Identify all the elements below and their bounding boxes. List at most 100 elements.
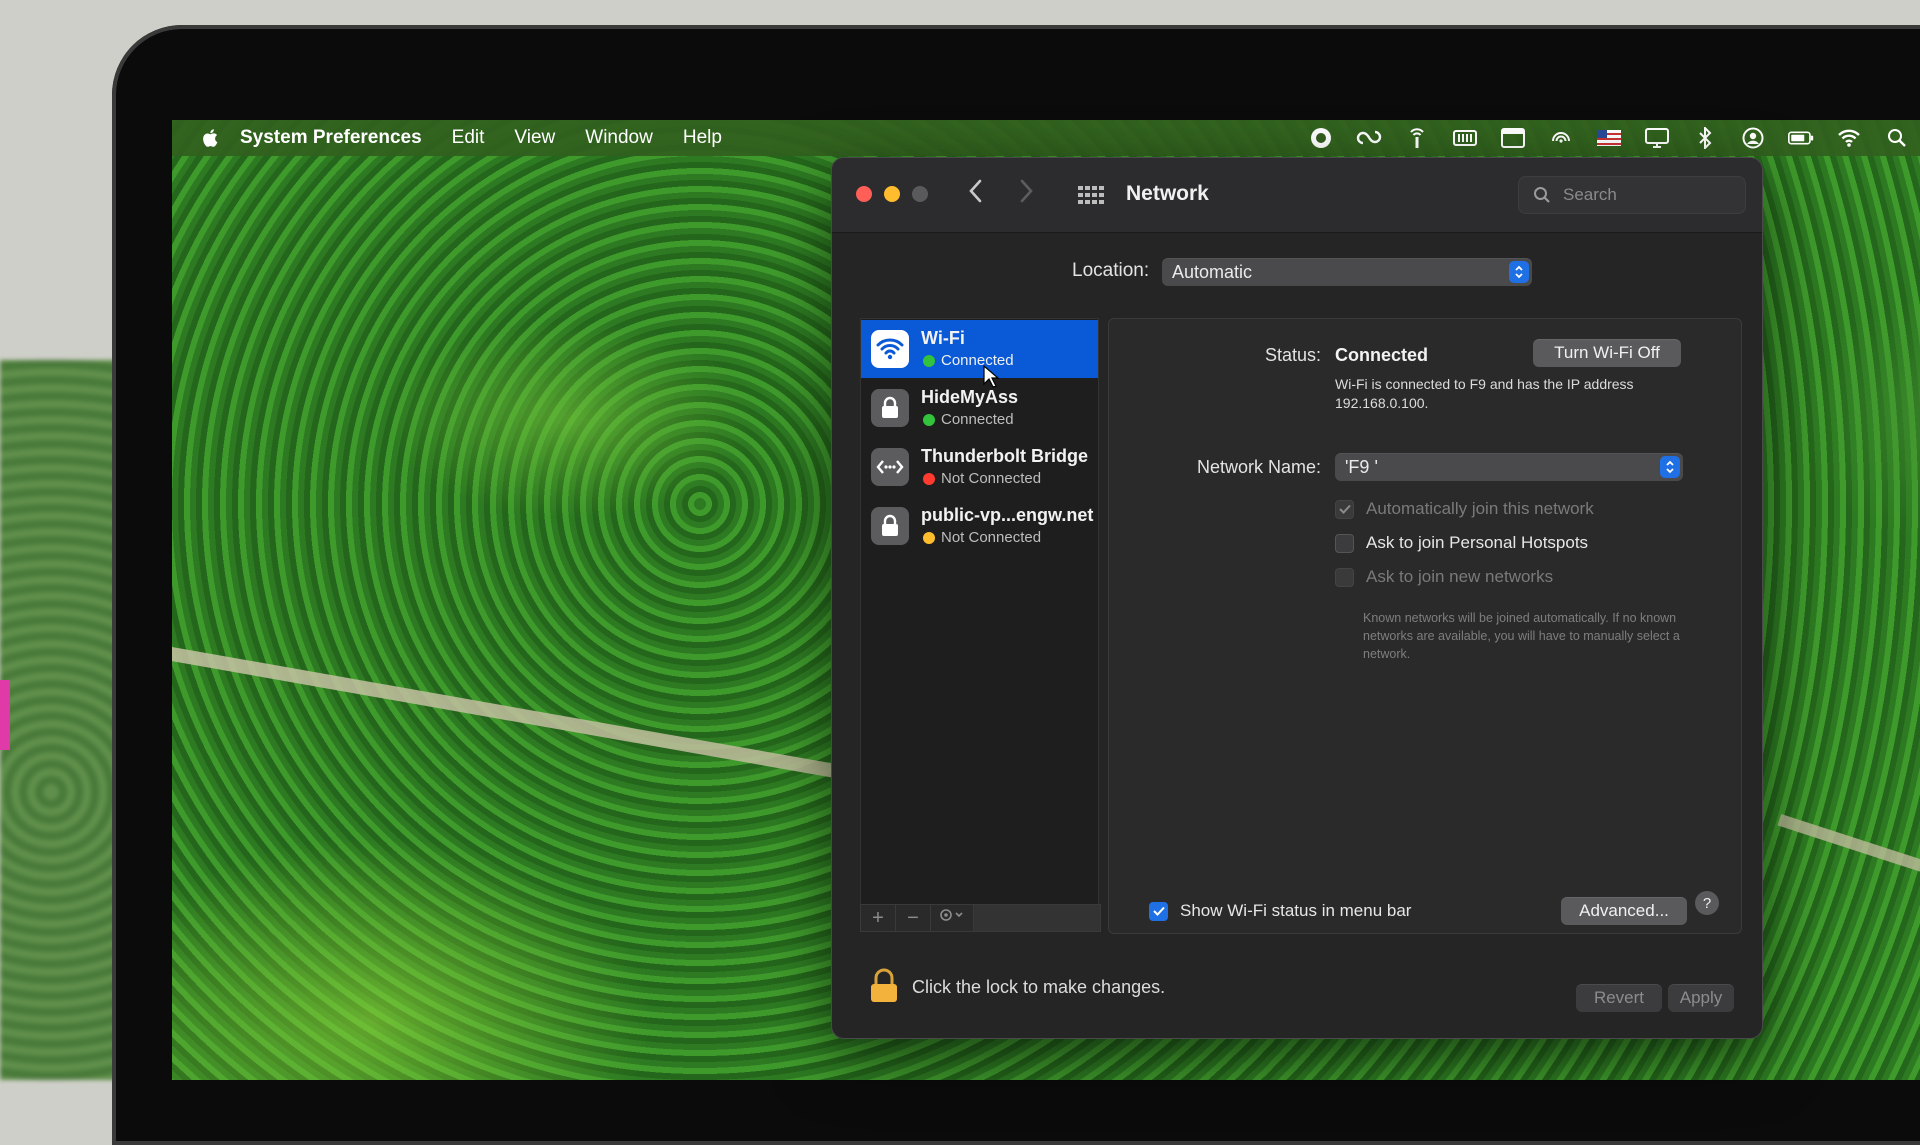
network-name-select[interactable]: 'F9 ' — [1335, 453, 1683, 481]
show-all-grid-icon[interactable] — [1078, 186, 1104, 204]
spotlight-icon[interactable] — [1884, 128, 1910, 148]
auto-join-label: Automatically join this network — [1366, 499, 1594, 518]
checkmark-icon — [1338, 504, 1351, 514]
apply-button[interactable]: Apply — [1668, 984, 1734, 1012]
service-status: Connected — [941, 411, 1014, 428]
status-dot — [923, 473, 935, 485]
menu-bar: System Preferences Edit View Window Help — [172, 120, 1920, 156]
personal-hotspots-label: Ask to join Personal Hotspots — [1366, 533, 1589, 552]
chevron-right-icon — [1020, 179, 1033, 203]
forward-button[interactable] — [1018, 178, 1034, 211]
service-status: Connected — [941, 352, 1014, 369]
network-preferences-window: Network Location: Automatic Wi-Fi Connec… — [832, 158, 1762, 1038]
wifi-icon — [871, 330, 909, 368]
network-name-value: 'F9 ' — [1345, 456, 1378, 477]
wifi-detail-panel: Status: Connected Turn Wi-Fi Off Wi-Fi i… — [1108, 318, 1742, 934]
auto-join-checkbox[interactable]: Automatically join this network — [1335, 499, 1594, 519]
service-name: HideMyAss — [921, 387, 1019, 407]
network-service-list: Wi-Fi Connected HideMyAss Connected Thun… — [860, 318, 1099, 906]
service-status: Not Connected — [941, 529, 1042, 546]
user-icon[interactable] — [1740, 127, 1766, 149]
background-photo — [0, 360, 128, 1080]
service-list-toolbar: + − — [860, 904, 1101, 932]
service-status: Not Connected — [941, 470, 1042, 487]
add-service-button[interactable]: + — [861, 905, 896, 931]
connection-description: Wi-Fi is connected to F9 and has the IP … — [1335, 376, 1634, 411]
turn-wifi-off-button[interactable]: Turn Wi-Fi Off — [1533, 339, 1681, 367]
menu-window[interactable]: Window — [585, 127, 653, 149]
network-name-label: Network Name: — [1196, 457, 1321, 477]
menu-app-name[interactable]: System Preferences — [240, 127, 422, 149]
service-public-vpn[interactable]: public-vp...engw.net Not Connected — [861, 497, 1098, 555]
wallpaper-road-2 — [1777, 813, 1920, 919]
airdrop-icon[interactable] — [1548, 128, 1574, 148]
creative-cloud-icon[interactable] — [1356, 128, 1382, 148]
help-button[interactable]: ? — [1695, 891, 1719, 915]
known-networks-hint: Known networks will be joined automatica… — [1363, 611, 1680, 661]
checkbox[interactable] — [1335, 567, 1354, 587]
service-hidemyass[interactable]: HideMyAss Connected — [861, 379, 1098, 437]
background-accent — [0, 680, 10, 750]
battery-icon[interactable] — [1788, 128, 1814, 148]
menu-help[interactable]: Help — [683, 127, 722, 149]
thunderbolt-bridge-icon — [871, 448, 909, 486]
advanced-button[interactable]: Advanced... — [1561, 897, 1687, 925]
location-select[interactable]: Automatic — [1162, 258, 1532, 286]
lock-message: Click the lock to make changes. — [912, 977, 1166, 997]
service-name: Thunderbolt Bridge — [921, 446, 1088, 466]
checkbox[interactable] — [1335, 533, 1354, 553]
gear-icon — [940, 909, 963, 921]
new-networks-checkbox[interactable]: Ask to join new networks — [1335, 567, 1553, 587]
status-dot — [923, 532, 935, 544]
bluetooth-icon[interactable] — [1692, 127, 1718, 149]
search-input[interactable] — [1561, 184, 1725, 206]
revert-button[interactable]: Revert — [1576, 984, 1662, 1012]
location-value: Automatic — [1172, 261, 1253, 282]
service-wifi[interactable]: Wi-Fi Connected — [861, 320, 1098, 378]
mouse-cursor-icon — [983, 365, 999, 388]
lock-icon — [871, 507, 909, 545]
checkbox[interactable] — [1149, 901, 1168, 921]
personal-hotspots-checkbox[interactable]: Ask to join Personal Hotspots — [1335, 533, 1588, 553]
antenna-icon[interactable] — [1404, 128, 1430, 148]
memory-icon[interactable] — [1452, 128, 1478, 148]
select-stepper-icon — [1509, 261, 1529, 283]
select-stepper-icon — [1660, 456, 1680, 478]
status-value: Connected — [1335, 345, 1429, 365]
toolbar-spacer — [974, 905, 1100, 931]
show-wifi-status-checkbox[interactable]: Show Wi-Fi status in menu bar — [1149, 901, 1411, 921]
checkbox[interactable] — [1335, 499, 1354, 519]
record-icon[interactable] — [1308, 128, 1334, 148]
status-label: Status: — [1264, 345, 1321, 365]
service-thunderbolt-bridge[interactable]: Thunderbolt Bridge Not Connected — [861, 438, 1098, 496]
search-icon — [1534, 187, 1550, 203]
service-actions-button[interactable] — [931, 905, 974, 931]
new-networks-label: Ask to join new networks — [1366, 567, 1554, 586]
lock-icon — [871, 389, 909, 427]
status-dot — [923, 355, 935, 367]
service-name: Wi-Fi — [921, 328, 965, 348]
location-label: Location: — [1072, 260, 1150, 281]
wifi-status-icon[interactable] — [1836, 128, 1862, 148]
flag-icon[interactable] — [1596, 128, 1622, 148]
menu-view[interactable]: View — [514, 127, 555, 149]
remove-service-button[interactable]: − — [896, 905, 931, 931]
window-title: Network — [1126, 182, 1209, 205]
minimize-button[interactable] — [884, 186, 900, 202]
status-dot — [923, 414, 935, 426]
search-field[interactable] — [1518, 176, 1746, 214]
display-icon[interactable] — [1644, 128, 1670, 148]
close-button[interactable] — [856, 186, 872, 202]
zoom-button[interactable] — [912, 186, 928, 202]
show-wifi-status-label: Show Wi-Fi status in menu bar — [1180, 901, 1412, 920]
checkmark-icon — [1152, 906, 1165, 916]
padlock-icon[interactable] — [868, 968, 900, 1004]
menu-status-icons — [1308, 120, 1920, 156]
menu-edit[interactable]: Edit — [452, 127, 485, 149]
service-name: public-vp...engw.net — [921, 505, 1094, 525]
window-icon[interactable] — [1500, 128, 1526, 148]
window-titlebar: Network — [832, 158, 1762, 233]
apple-menu-icon[interactable] — [200, 127, 222, 149]
chevron-left-icon — [969, 179, 982, 203]
back-button[interactable] — [968, 178, 984, 211]
